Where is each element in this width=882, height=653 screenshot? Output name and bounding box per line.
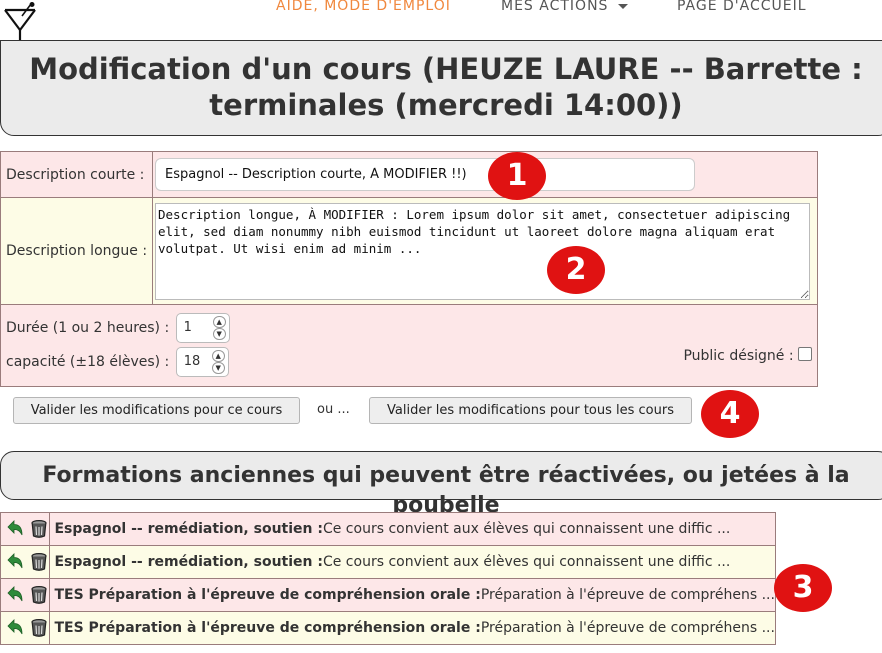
nav-actions-label: Mes actions (501, 0, 609, 14)
table-row: TES Préparation à l'épreuve de compréhen… (0, 578, 776, 612)
course-params-cell: Durée (1 ou 2 heures) : 1 ▲ ▼ capacité (… (0, 304, 818, 387)
undo-arrow-icon[interactable] (5, 552, 25, 572)
long-description-textarea[interactable]: Description longue, À MODIFIER : Lorem i… (155, 202, 810, 300)
capacity-label: capacité (±18 élèves) : (6, 354, 170, 370)
old-course-summary: Préparation à l'épreuve de compréhens ..… (480, 587, 775, 603)
old-courses-header: Formations anciennes qui peuvent être ré… (0, 451, 882, 518)
trash-bin-icon[interactable] (29, 618, 49, 638)
page-title-box: Modification d'un cours (HEUZE LAURE -- … (0, 40, 882, 136)
duration-value: 1 (183, 320, 192, 335)
old-courses-table: Espagnol -- remédiation, soutien :Ce cou… (0, 512, 776, 645)
course-edit-form: Description courte : Description longue … (0, 151, 818, 387)
old-course-description: Espagnol -- remédiation, soutien :Ce cou… (49, 512, 776, 546)
annotation-badge-1: 1 (488, 152, 546, 200)
annotation-badge-4: 4 (701, 390, 759, 438)
public-designated-checkbox[interactable] (798, 347, 812, 361)
capacity-row: capacité (±18 élèves) : 18 ▲ ▼ (6, 347, 229, 377)
or-text: ou ... (317, 402, 350, 417)
annotation-badge-2: 2 (547, 246, 605, 294)
row-actions (0, 611, 51, 645)
row-actions (0, 578, 51, 612)
old-course-summary: Ce cours convient aux élèves qui connais… (322, 554, 731, 570)
old-course-description: Espagnol -- remédiation, soutien :Ce cou… (49, 545, 776, 579)
old-course-title: Espagnol -- remédiation, soutien : (54, 521, 323, 537)
trash-bin-icon[interactable] (29, 585, 49, 605)
short-description-label: Description courte : (0, 151, 153, 198)
old-course-description: TES Préparation à l'épreuve de compréhen… (49, 578, 776, 612)
duration-row: Durée (1 ou 2 heures) : 1 ▲ ▼ (6, 313, 230, 343)
table-row: Espagnol -- remédiation, soutien :Ce cou… (0, 512, 776, 546)
short-description-cell (152, 151, 818, 198)
caret-down-icon (618, 3, 629, 9)
undo-arrow-icon[interactable] (5, 585, 25, 605)
old-course-title: Espagnol -- remédiation, soutien : (54, 554, 323, 570)
page-title: Modification d'un cours (HEUZE LAURE -- … (29, 52, 863, 122)
long-description-cell: Description longue, À MODIFIER : Lorem i… (152, 197, 818, 305)
nav-help-link[interactable]: Aide, mode d'emploi (276, 0, 451, 14)
old-course-title: TES Préparation à l'épreuve de compréhen… (54, 620, 481, 636)
duration-spinner[interactable]: ▲ ▼ (212, 316, 226, 340)
duration-label: Durée (1 ou 2 heures) : (6, 320, 170, 336)
old-course-summary: Préparation à l'épreuve de compréhens ..… (480, 620, 775, 636)
public-designated-row: Public désigné : (683, 347, 812, 364)
old-courses-title: Formations anciennes qui peuvent être ré… (42, 463, 850, 518)
chevron-up-icon[interactable]: ▲ (212, 316, 226, 328)
capacity-value: 18 (183, 354, 201, 369)
chevron-down-icon[interactable]: ▼ (212, 328, 226, 340)
old-course-summary: Ce cours convient aux élèves qui connais… (322, 521, 731, 537)
old-course-title: TES Préparation à l'épreuve de compréhen… (54, 587, 481, 603)
long-description-label: Description longue : (0, 197, 153, 305)
capacity-stepper[interactable]: 18 ▲ ▼ (175, 347, 229, 377)
validate-this-course-button[interactable]: Valider les modifications pour ce cours (13, 397, 300, 424)
annotation-badge-3: 3 (774, 564, 832, 612)
nav-actions-dropdown[interactable]: Mes actions (501, 0, 629, 14)
table-row: TES Préparation à l'épreuve de compréhen… (0, 611, 776, 645)
trash-bin-icon[interactable] (29, 519, 49, 539)
table-row: Espagnol -- remédiation, soutien :Ce cou… (0, 545, 776, 579)
validate-all-courses-button[interactable]: Valider les modifications pour tous les … (369, 397, 692, 424)
short-description-input[interactable] (155, 158, 695, 191)
undo-arrow-icon[interactable] (5, 519, 25, 539)
row-actions (0, 545, 51, 579)
nav-home-link[interactable]: Page d'accueil (677, 0, 807, 14)
chevron-down-icon[interactable]: ▼ (211, 362, 225, 374)
public-designated-label: Public désigné : (683, 348, 794, 364)
undo-arrow-icon[interactable] (5, 618, 25, 638)
row-actions (0, 512, 51, 546)
capacity-spinner[interactable]: ▲ ▼ (211, 350, 225, 374)
chevron-up-icon[interactable]: ▲ (211, 350, 225, 362)
trash-bin-icon[interactable] (29, 552, 49, 572)
duration-stepper[interactable]: 1 ▲ ▼ (175, 313, 230, 343)
old-course-description: TES Préparation à l'épreuve de compréhen… (49, 611, 776, 645)
